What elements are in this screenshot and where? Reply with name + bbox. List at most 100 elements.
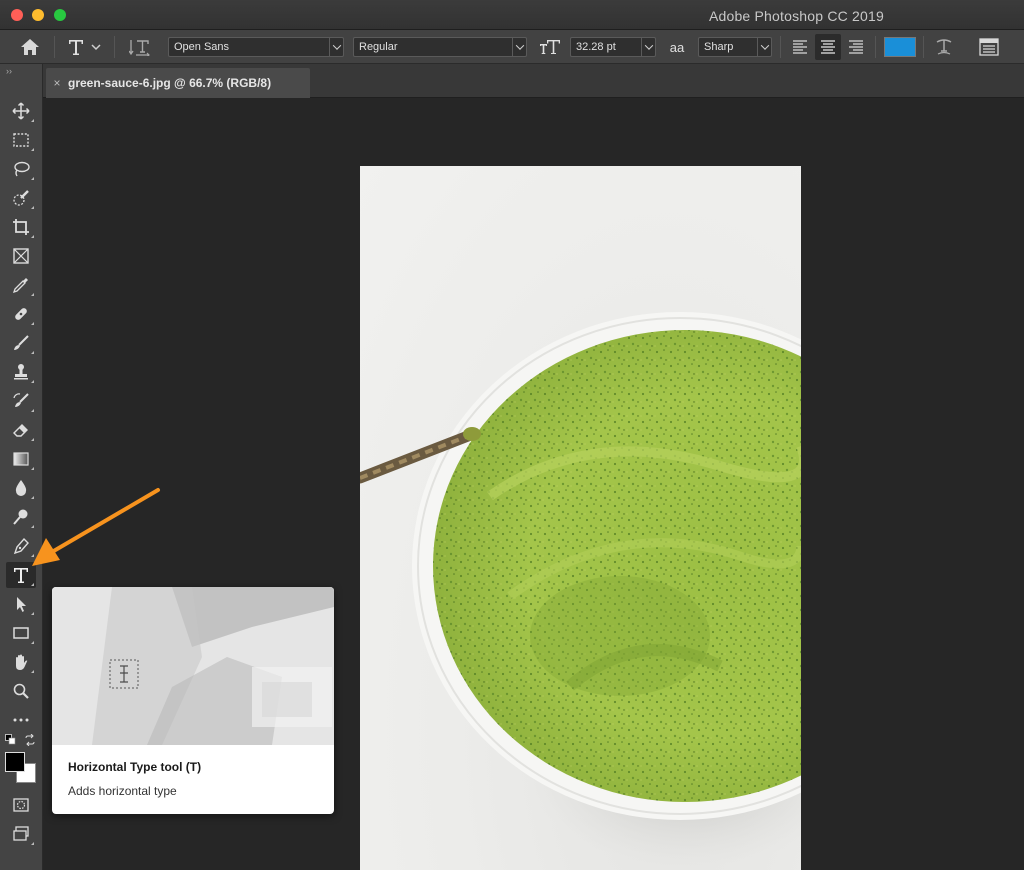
tool-tooltip: Horizontal Type tool (T) Adds horizontal…	[52, 587, 334, 814]
quick-mask-icon	[13, 798, 29, 812]
chevron-down-icon	[91, 44, 101, 51]
tools-panel: ››	[0, 64, 43, 870]
crop-tool[interactable]	[6, 214, 36, 240]
home-icon	[21, 39, 39, 55]
anti-alias-select[interactable]: Sharp	[698, 37, 772, 57]
align-left-icon	[793, 40, 807, 54]
title-bar: Adobe Photoshop CC 2019	[0, 0, 1024, 30]
zoom-window-button[interactable]	[54, 9, 66, 21]
font-style-select[interactable]: Regular	[353, 37, 527, 57]
pen-tool[interactable]	[6, 533, 36, 559]
default-colors-icon[interactable]	[5, 734, 17, 746]
foreground-color-swatch[interactable]	[5, 752, 25, 772]
gradient-tool[interactable]	[6, 446, 36, 472]
tool-group-indicator	[31, 322, 34, 325]
anti-alias-value: Sharp	[704, 41, 734, 53]
eraser-icon	[13, 424, 28, 437]
marquee-tool[interactable]	[6, 127, 36, 153]
tool-group-indicator	[31, 206, 34, 209]
lasso-tool[interactable]	[6, 156, 36, 182]
minimize-window-button[interactable]	[32, 9, 44, 21]
font-family-value: Open Sans	[174, 41, 230, 53]
separator	[875, 36, 876, 58]
separator	[114, 36, 115, 58]
close-tab-icon[interactable]: ×	[46, 76, 68, 90]
font-family-select[interactable]: Open Sans	[168, 37, 344, 57]
screen-mode-icon	[13, 826, 29, 841]
character-panel-button[interactable]	[974, 30, 1004, 64]
document-image[interactable]	[360, 166, 801, 870]
zoom-tool[interactable]	[6, 678, 36, 704]
type-tool[interactable]	[6, 562, 36, 588]
tool-group-indicator	[31, 641, 34, 644]
dodge-tool[interactable]	[6, 504, 36, 530]
brush-tool[interactable]	[6, 330, 36, 356]
anti-alias-icon: aa	[669, 39, 685, 55]
bandage-icon	[15, 308, 27, 320]
align-left-button[interactable]	[787, 30, 813, 64]
toggle-text-orientation-button[interactable]	[124, 30, 156, 64]
lasso-icon	[14, 161, 30, 177]
tool-group-indicator	[31, 235, 34, 238]
font-size-icon	[540, 40, 560, 54]
frame-icon	[13, 248, 29, 264]
pen-icon	[13, 537, 29, 555]
tool-group-indicator	[31, 842, 34, 845]
path-selection-tool[interactable]	[6, 591, 36, 617]
more-tools[interactable]	[6, 707, 36, 733]
chevron-down-icon	[329, 38, 343, 56]
tool-preset-picker[interactable]	[62, 30, 106, 64]
align-right-button[interactable]	[843, 30, 869, 64]
gradient-icon	[13, 452, 29, 466]
align-center-icon	[821, 40, 835, 54]
quick-selection-tool[interactable]	[6, 185, 36, 211]
eraser-tool[interactable]	[6, 417, 36, 443]
history-brush-icon	[13, 393, 29, 407]
close-window-button[interactable]	[11, 9, 23, 21]
rectangle-icon	[13, 627, 29, 639]
separator	[54, 36, 55, 58]
tooltip-preview-image	[52, 587, 334, 745]
separator	[780, 36, 781, 58]
screen-mode-button[interactable]	[6, 821, 36, 847]
blur-tool[interactable]	[6, 475, 36, 501]
frame-tool[interactable]	[6, 243, 36, 269]
clone-stamp-tool[interactable]	[6, 359, 36, 385]
hand-tool[interactable]	[6, 649, 36, 675]
text-orientation-icon	[129, 40, 150, 56]
collapse-panel-icon[interactable]: ››	[6, 66, 12, 76]
history-brush-tool[interactable]	[6, 388, 36, 414]
quick-mask-button[interactable]	[6, 792, 36, 818]
document-tab[interactable]: × green-sauce-6.jpg @ 66.7% (RGB/8)	[46, 68, 310, 98]
eyedropper-tool[interactable]	[6, 272, 36, 298]
tool-group-indicator	[31, 380, 34, 383]
hand-icon	[16, 654, 28, 670]
tool-group-indicator	[31, 293, 34, 296]
brush-icon	[14, 335, 29, 350]
font-size-value: 32.28 pt	[576, 41, 616, 53]
stamp-icon	[14, 364, 28, 380]
tool-group-indicator	[31, 525, 34, 528]
align-center-button[interactable]	[815, 34, 841, 60]
panel-icon	[979, 38, 999, 56]
swap-colors-icon[interactable]	[24, 734, 36, 746]
rectangle-tool[interactable]	[6, 620, 36, 646]
chevron-down-icon	[512, 38, 526, 56]
type-icon	[14, 568, 28, 583]
tool-group-indicator	[31, 148, 34, 151]
font-size-select[interactable]: 32.28 pt	[570, 37, 656, 57]
dodge-icon	[13, 509, 28, 525]
warp-text-button[interactable]	[930, 30, 958, 64]
text-color-swatch[interactable]	[884, 37, 916, 57]
tool-group-indicator	[31, 438, 34, 441]
healing-brush-tool[interactable]	[6, 301, 36, 327]
font-size-label	[537, 30, 563, 64]
move-tool[interactable]	[6, 98, 36, 124]
tool-group-indicator	[31, 119, 34, 122]
move-icon	[12, 102, 30, 120]
arrow-icon	[17, 597, 26, 612]
home-button[interactable]	[14, 30, 46, 64]
options-bar: Open Sans Regular 32.28 pt aa Sharp	[0, 30, 1024, 64]
tool-group-indicator	[31, 409, 34, 412]
tool-group-indicator	[31, 467, 34, 470]
